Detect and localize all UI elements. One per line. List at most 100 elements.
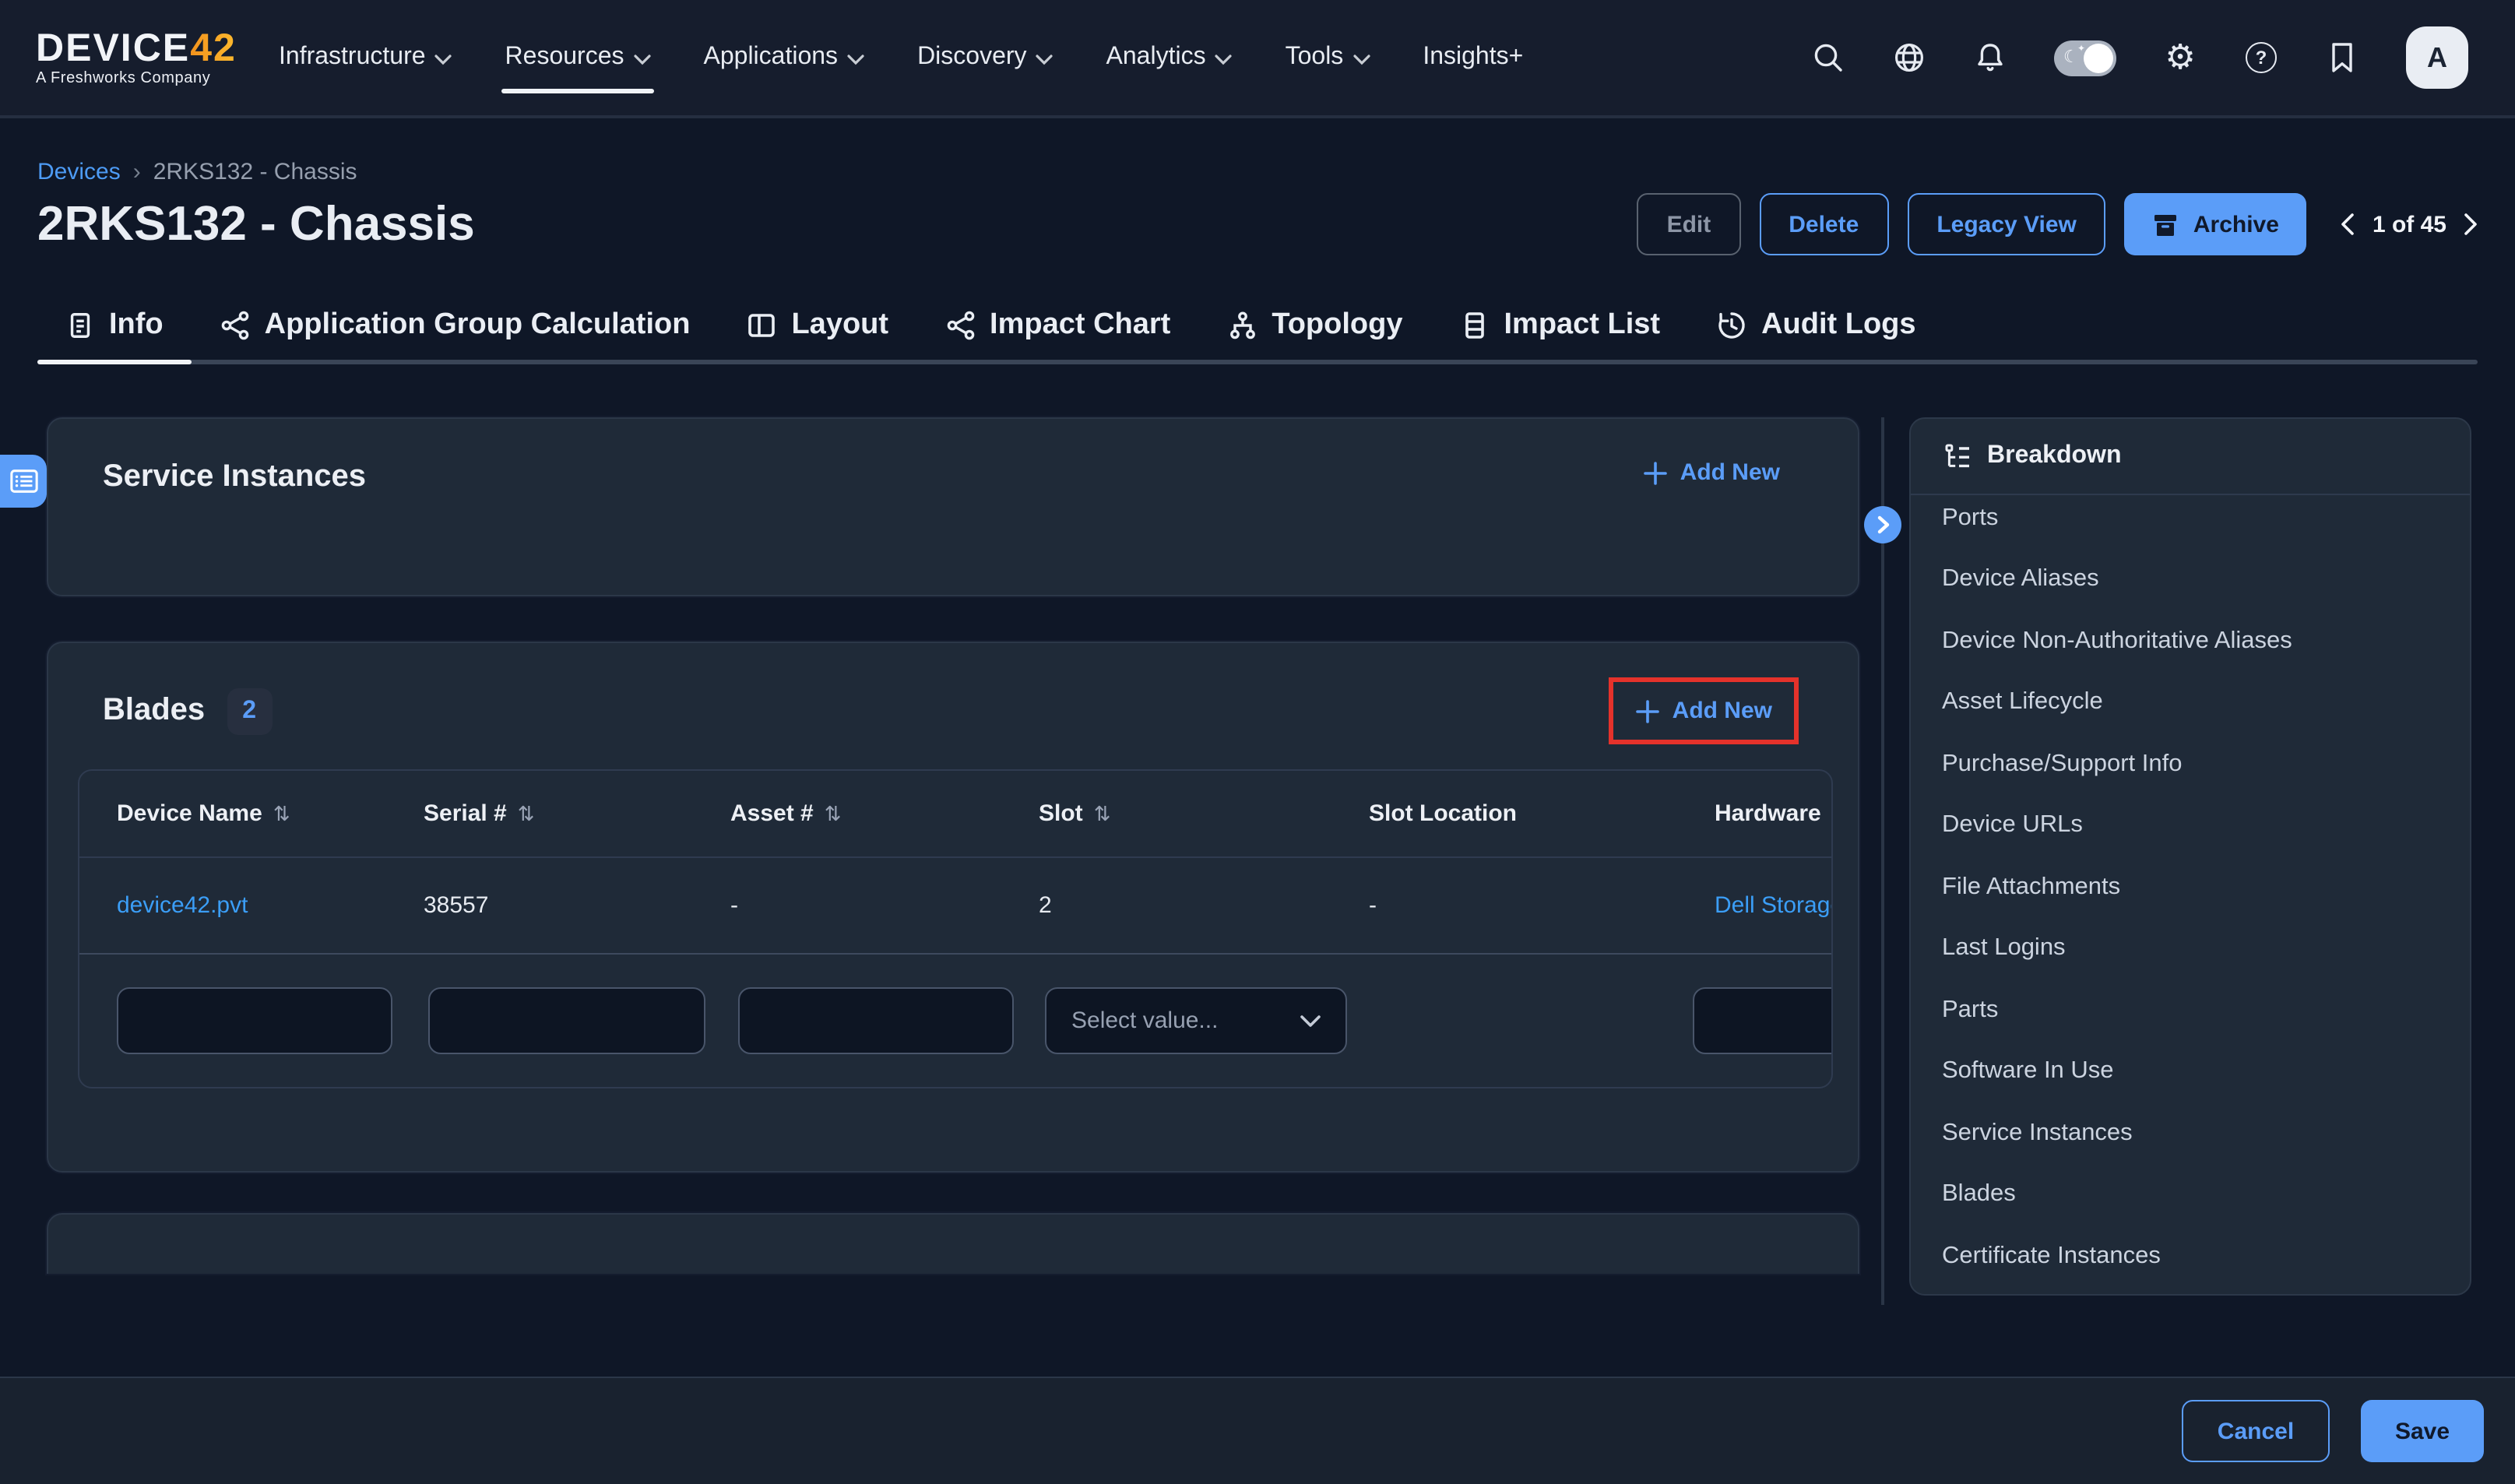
logo-tagline: A Freshworks Company [36,70,254,87]
column-header-hardware: Hardware [1677,771,1833,856]
slot-location-cell: - [1331,858,1677,953]
nav-item-infrastructure[interactable]: Infrastructure [279,0,452,117]
chevron-down-icon [1300,1015,1321,1027]
tab-impact-chart[interactable]: Impact Chart [916,287,1198,364]
blades-add-new-button[interactable]: Add New [1635,698,1772,724]
tree-list-icon [1942,441,1973,472]
breakdown-item-purchase-support-info[interactable]: Purchase/Support Info [1911,733,2470,795]
breadcrumb-separator: › [133,159,141,185]
sort-icon[interactable]: ⇅ [518,801,535,826]
breadcrumb-current: 2RKS132 - Chassis [153,159,357,185]
nav-item-discovery[interactable]: Discovery [917,0,1053,117]
breakdown-item-certificate-instances[interactable]: Certificate Instances [1911,1226,2470,1287]
breakdown-item-device-non-authoritative-aliases[interactable]: Device Non-Authoritative Aliases [1911,610,2470,672]
breakdown-item-parts[interactable]: Parts [1911,979,2470,1041]
column-header-serial[interactable]: Serial #⇅ [386,771,693,856]
chevron-down-icon [634,54,651,65]
tab-impact-list[interactable]: Impact List [1430,287,1688,364]
plus-icon [1643,460,1668,485]
cancel-button[interactable]: Cancel [2182,1400,2330,1462]
user-avatar[interactable]: A [2406,26,2468,89]
column-header-asset[interactable]: Asset #⇅ [693,771,1001,856]
breakdown-item-blades[interactable]: Blades [1911,1164,2470,1226]
filter-input-device-name[interactable] [117,987,392,1054]
column-header-device-name[interactable]: Device Name⇅ [79,771,386,856]
filter-input-serial[interactable] [428,987,705,1054]
moon-icon: ☾ [2063,46,2079,68]
device42-logo[interactable]: DEVICE42 A Freshworks Company [36,28,254,87]
breakdown-item-file-attachments[interactable]: File Attachments [1911,856,2470,918]
breakdown-header: Breakdown [1911,419,2470,495]
globe-icon[interactable] [1892,40,1926,75]
tab-application-group-calculation[interactable]: Application Group Calculation [192,287,719,364]
breakdown-item-asset-lifecycle[interactable]: Asset Lifecycle [1911,672,2470,733]
legacy-view-button[interactable]: Legacy View [1907,193,2106,255]
breakdown-item-service-instances[interactable]: Service Instances [1911,1102,2470,1164]
filter-input-asset[interactable] [738,987,1014,1054]
nav-item-resources[interactable]: Resources [505,0,651,117]
theme-toggle[interactable]: ☾✦ [2054,40,2116,76]
device-name-link[interactable]: device42.pvt [117,892,248,919]
serial-cell: 38557 [386,858,693,953]
breadcrumb-devices-link[interactable]: Devices [37,159,121,185]
breakdown-item-device-aliases[interactable]: Device Aliases [1911,549,2470,610]
delete-button[interactable]: Delete [1759,193,1888,255]
tab-layout[interactable]: Layout [718,287,916,364]
tab-topology[interactable]: Topology [1198,287,1430,364]
share-network-icon [944,310,976,341]
chevron-down-icon [847,54,864,65]
nav-item-insights[interactable]: Insights+ [1423,0,1523,117]
tab-audit-logs[interactable]: Audit Logs [1688,287,1943,364]
table-row: device42.pvt 38557 - 2 - Dell Storage [79,858,1831,955]
history-clock-icon [1716,310,1747,341]
pagination-label: 1 of 45 [2373,211,2446,237]
content-area: Service Instances Add New Blades 2 Add [0,417,2515,1296]
main-column: Service Instances Add New Blades 2 Add [47,417,1859,1274]
layout-grid-icon [746,310,777,341]
bell-icon[interactable] [1973,40,2007,75]
tab-info[interactable]: Info [37,287,192,364]
prev-record-icon[interactable] [2341,213,2355,235]
filter-input-hardware[interactable] [1693,987,1833,1054]
sort-icon[interactable]: ⇅ [1094,801,1111,826]
breakdown-item-last-logins[interactable]: Last Logins [1911,918,2470,979]
collapse-panel-button[interactable] [1864,506,1901,543]
breakdown-item-device-urls[interactable]: Device URLs [1911,795,2470,856]
save-button[interactable]: Save [2361,1400,2484,1462]
archive-button[interactable]: Archive [2125,193,2307,255]
page-title: 2RKS132 - Chassis [37,196,475,252]
slot-cell: 2 [1001,858,1331,953]
filter-select-slot[interactable]: Select value... [1045,987,1347,1054]
settings-gear-icon[interactable]: ⚙ [2163,40,2197,75]
search-icon[interactable] [1811,40,1845,75]
edit-button[interactable]: Edit [1637,193,1741,255]
asset-cell: - [693,858,1001,953]
help-icon[interactable]: ? [2244,40,2278,75]
breakdown-item-software-in-use[interactable]: Software In Use [1911,1041,2470,1102]
sort-icon[interactable]: ⇅ [273,801,290,826]
chevron-down-icon [1036,54,1053,65]
sort-icon[interactable]: ⇅ [825,801,842,826]
navbar-icons: ☾✦ ⚙ ? A [1811,26,2468,89]
document-icon [65,310,95,341]
breakdown-title: Breakdown [1987,442,2122,470]
hardware-link[interactable]: Dell Storage [1715,892,1833,919]
service-instances-add-new-button[interactable]: Add New [1643,459,1780,486]
main-nav: Infrastructure Resources Applications Di… [279,0,1523,117]
nav-item-applications[interactable]: Applications [704,0,865,117]
stacked-list-icon [1458,310,1490,341]
logo-text: DEVICE42 [36,28,254,69]
breakdown-item-ports[interactable]: Ports [1911,495,2470,549]
chevron-down-icon [1352,54,1370,65]
service-instances-title: Service Instances [103,459,366,495]
bookmark-icon[interactable] [2325,40,2359,75]
blades-count-badge: 2 [227,687,272,734]
app-root: DEVICE42 A Freshworks Company Infrastruc… [0,0,2515,1484]
next-record-icon[interactable] [2464,213,2478,235]
left-panel-toggle-button[interactable] [0,455,47,508]
breadcrumb: Devices › 2RKS132 - Chassis [0,159,2515,185]
nav-item-tools[interactable]: Tools [1286,0,1370,117]
nav-item-analytics[interactable]: Analytics [1106,0,1233,117]
column-header-slot[interactable]: Slot⇅ [1001,771,1331,856]
blades-card: Blades 2 Add New Device Name⇅ Serial #⇅ [47,642,1859,1173]
